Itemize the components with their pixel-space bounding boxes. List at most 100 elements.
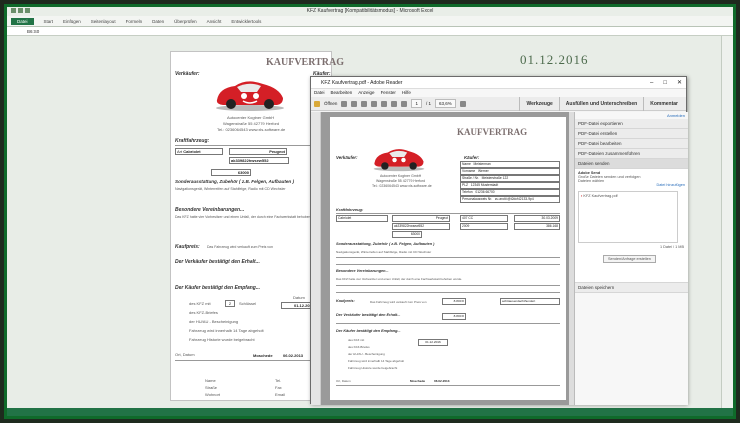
fit-icon[interactable] (459, 100, 466, 107)
section-combine[interactable]: PDF-Dateien zusammenführen (575, 149, 688, 159)
tab-ueberpruefen[interactable]: Überprüfen (174, 19, 197, 24)
minimize-icon[interactable]: – (650, 77, 653, 89)
pdf-extras-text: Navigationsgerät, Winterreifen auf Stahl… (336, 250, 432, 254)
menu-hilfe[interactable]: Hilfe (402, 89, 411, 97)
pdf-hsn-field: 386.168 (514, 223, 560, 230)
tab-start[interactable]: Start (44, 19, 54, 24)
file-count: 1 Datei / 1 MB (659, 245, 684, 249)
comment-icon[interactable] (381, 100, 388, 107)
pdf-receipt-item-1: des KFZ mit (348, 338, 365, 342)
mail-icon[interactable] (371, 100, 378, 107)
receipt-item-3: der HU/AU - Bescheinigung (189, 319, 239, 324)
pdf-buyer-label: Name (462, 162, 471, 166)
prev-page-icon[interactable] (391, 100, 398, 107)
pdf-buyer-label: PLZ (462, 183, 469, 187)
type-value: Cabriolet (183, 149, 201, 154)
tab-daten[interactable]: Daten (152, 19, 164, 24)
footer-town: Wohnort (205, 392, 221, 397)
maker-field: Peugeot (229, 148, 287, 155)
save-icon[interactable] (361, 100, 368, 107)
folder-icon[interactable] (314, 100, 320, 107)
sheet-title: KAUFVERTRAG (266, 57, 344, 68)
pdf-seller-confirms-heading: Der Verkäufer bestätigt den Erhalt... (336, 313, 401, 317)
pdf-place-date-label: Ort, Datum (336, 379, 351, 383)
name-box[interactable]: B6:S0 (27, 29, 39, 34)
divider (336, 323, 560, 324)
tab-formeln[interactable]: Formeln (126, 19, 143, 24)
maximize-icon[interactable]: □ (663, 77, 667, 89)
pdf-title: KAUFVERTRAG (457, 127, 528, 137)
close-icon[interactable]: ✕ (677, 77, 682, 89)
print-icon[interactable] (351, 100, 358, 107)
vertical-scrollbar[interactable] (721, 36, 733, 412)
tab-ansicht[interactable]: Ansicht (207, 19, 222, 24)
pdf-receipt-item-5: Fahrzeug Historie wurde beigebracht (348, 366, 398, 370)
excel-app-icon (11, 8, 16, 13)
tab-file[interactable]: Datei (11, 17, 34, 25)
tab-kommentar[interactable]: Kommentar (643, 97, 684, 111)
navigation-pane[interactable] (311, 112, 321, 405)
tab-einfuegen[interactable]: Einfügen (63, 19, 81, 24)
signin-link[interactable]: Anmelden (575, 112, 688, 119)
pdf-kfz-heading: Kraftfahrzeug: (336, 207, 364, 212)
chassis-value: ak339822hwsew552 (231, 158, 269, 163)
open-button[interactable]: Öffnen (324, 101, 337, 106)
send-panel: Adobe Send Große Dateien senden und verf… (575, 169, 688, 283)
next-page-icon[interactable] (401, 100, 408, 107)
pdf-price-heading: Kaufpreis: (336, 299, 355, 303)
pdf-signed-place: Moschede (410, 379, 426, 383)
signed-date: 06.02.2013 (283, 353, 304, 358)
seller-street: Wagenstraße 55 42779 Herford (223, 121, 280, 126)
formula-bar[interactable]: B6:S0 (7, 27, 733, 36)
seller-name: Autocenter Kogtner GmbH (227, 115, 275, 120)
receipt-item-5: Fahrzeug Historie wurde beigebracht (189, 337, 255, 342)
menu-fenster[interactable]: Fenster (381, 89, 396, 97)
pdf-seller-heading: Verkäufer: (336, 155, 358, 160)
pdf-buyer-row: Straße / Nr. Meisterstraße 122 (460, 175, 560, 182)
zoom-select[interactable]: 63,6% (434, 99, 456, 108)
send-button[interactable]: Senden/Anfrage erstellen (603, 255, 656, 263)
signed-place: Moschede (253, 353, 273, 358)
add-file-link[interactable]: Datei hinzufügen (657, 183, 686, 187)
pdf-buyer-value: Werner (477, 169, 489, 173)
section-export[interactable]: PDF-Datei exportieren (575, 119, 688, 129)
divider (336, 292, 560, 293)
pdf-buyer-label: Telefon (462, 190, 473, 194)
pdf-date-field: 01.12.2016 (418, 339, 448, 346)
tab-werkzeuge[interactable]: Werkzeuge (519, 97, 558, 111)
section-create[interactable]: PDF-Datei erstellen (575, 129, 688, 139)
extras-heading: Sonderausstattung, Zubehör ( z.B. Felgen… (175, 179, 295, 184)
excel-titlebar: KFZ Kaufvertrag [Kompatibilitätsmodus] -… (7, 7, 733, 16)
reader-title: KFZ Kaufvertrag.pdf - Adobe Reader (321, 80, 403, 86)
pdf-car-logo-icon (373, 149, 425, 172)
divider (336, 385, 560, 386)
undo-icon[interactable] (25, 8, 30, 13)
save-icon[interactable] (18, 8, 23, 13)
menu-anzeige[interactable]: Anzeige (358, 89, 374, 97)
pdf-buyer-label: Straße / Nr. (462, 176, 479, 180)
page-number-input[interactable]: 1 (411, 99, 422, 108)
document-area[interactable]: KAUFVERTRAG Verkäufer: Käufer: Autocente… (321, 112, 574, 405)
menu-datei[interactable]: Datei (314, 89, 325, 97)
footer-name: Name (205, 378, 216, 383)
pdf-agreements-text: Das KFZ hatte vier Vorbesitzer und einen… (336, 277, 463, 281)
file-list[interactable]: ▪ KFZ Kaufvertrag.pdf (578, 191, 678, 243)
pdf-buyer-row: Personalausweis Nr. zu.andt.t@t2dcf42133… (460, 196, 560, 203)
section-edit[interactable]: PDF-Datei bearbeiten (575, 139, 688, 149)
pdf-year-field: 2009 (460, 223, 508, 230)
pdf-buyer-row: PLZ 12345 Musterstadt (460, 182, 560, 189)
file-item[interactable]: KFZ Kaufvertrag.pdf (583, 194, 617, 198)
section-save[interactable]: Dateien speichern (575, 283, 688, 293)
pdf-signed-date: 06.02.2013 (434, 379, 450, 383)
create-icon[interactable] (341, 100, 348, 107)
receipt-item-2: des KFZ-Briefes (189, 310, 218, 315)
tab-ausfuellen[interactable]: Ausfüllen und Unterschreiben (558, 97, 643, 111)
pdf-chassis-field: ak339822hwsew552 (392, 223, 450, 230)
price-heading: Kaufpreis: (175, 244, 200, 250)
type-label: Art (177, 149, 183, 154)
menu-bearbeiten[interactable]: Bearbeiten (331, 89, 353, 97)
tab-seitenlayout[interactable]: Seitenlayout (91, 19, 116, 24)
key-count: 2 (225, 300, 235, 307)
section-send[interactable]: Dateien senden (575, 159, 688, 169)
tab-entwicklertools[interactable]: Entwicklertools (231, 19, 261, 24)
